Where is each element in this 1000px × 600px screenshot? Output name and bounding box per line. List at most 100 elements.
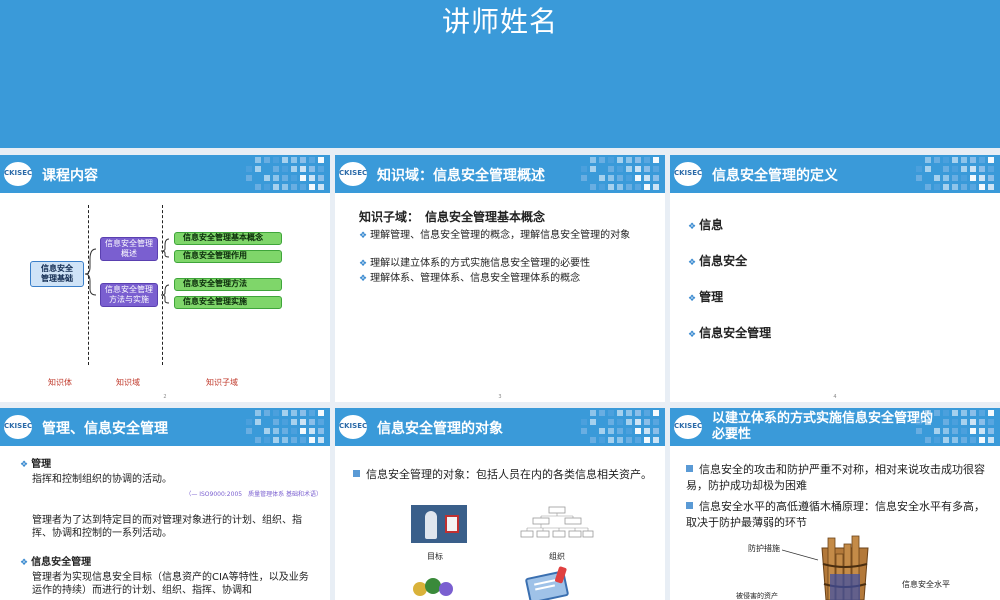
slide-thumbnail-1[interactable]: CKISEC 课程内容 信息安全 管理基础 信息安全管理 概述 信息安全管理 方… bbox=[0, 155, 330, 402]
decor-dot bbox=[590, 410, 596, 416]
decor-dot bbox=[979, 428, 985, 434]
definition-item: ❖ 管理 bbox=[688, 290, 724, 305]
decor-dot bbox=[617, 157, 623, 163]
decor-dot bbox=[626, 410, 632, 416]
decor-dot bbox=[943, 410, 949, 416]
slide-thumbnail-6[interactable]: CKISEC 以建立体系的方式实施信息安全管理的必要性 信息安全的攻击和防护严重… bbox=[670, 408, 1000, 600]
slide-title: 信息安全管理的定义 bbox=[712, 168, 838, 184]
decor-dot bbox=[273, 410, 279, 416]
decor-dot bbox=[970, 166, 976, 172]
decor-dot bbox=[255, 410, 261, 416]
decor-dot bbox=[318, 428, 324, 434]
decor-dot bbox=[300, 437, 306, 443]
pointer-line bbox=[782, 549, 819, 561]
decor-dot bbox=[608, 175, 614, 181]
decor-dot bbox=[961, 166, 967, 172]
decor-dot bbox=[291, 428, 297, 434]
decor-dot bbox=[988, 175, 994, 181]
decor-dot bbox=[273, 437, 279, 443]
decor-dot bbox=[970, 428, 976, 434]
decor-dot bbox=[952, 184, 958, 190]
decor-dot bbox=[581, 166, 587, 172]
slide-header: CKISEC 信息安全管理的定义 bbox=[670, 155, 1000, 193]
decor-dot bbox=[626, 157, 632, 163]
decor-dot bbox=[916, 419, 922, 425]
decor-dot bbox=[264, 428, 270, 434]
decor-dot bbox=[644, 428, 650, 434]
decor-dot bbox=[590, 419, 596, 425]
decor-dot bbox=[309, 428, 315, 434]
decor-dot bbox=[264, 410, 270, 416]
decor-dot bbox=[952, 166, 958, 172]
decor-dot bbox=[925, 166, 931, 172]
decor-dot bbox=[309, 437, 315, 443]
decor-dot bbox=[970, 419, 976, 425]
page-number: 3 bbox=[498, 394, 502, 400]
slide-title: 信息安全管理的对象 bbox=[377, 421, 503, 437]
decor-dot bbox=[961, 419, 967, 425]
decor-dot bbox=[617, 428, 623, 434]
decor-dot bbox=[626, 166, 632, 172]
decorative-dots bbox=[577, 155, 665, 193]
decor-dot bbox=[282, 437, 288, 443]
decor-dot bbox=[617, 419, 623, 425]
decor-dot bbox=[608, 419, 614, 425]
decor-dot bbox=[599, 410, 605, 416]
list-item: 信息安全水平的高低遵循木桶原理：信息安全水平有多高，取决于防护最薄弱的环节 bbox=[686, 500, 985, 529]
decor-dot bbox=[309, 419, 315, 425]
decor-dot bbox=[282, 410, 288, 416]
slide-thumbnail-3[interactable]: CKISEC 信息安全管理的定义 ❖ 信息 ❖ 信息安全 ❖ 管理 ❖ 信息安全管理 4 bbox=[670, 155, 1000, 402]
decor-dot bbox=[970, 175, 976, 181]
decor-dot bbox=[581, 428, 587, 434]
decor-dot bbox=[255, 437, 261, 443]
decor-dot bbox=[590, 437, 596, 443]
decor-dot bbox=[925, 419, 931, 425]
slide-thumbnail-4[interactable]: CKISEC 管理、信息安全管理 ❖ 管理 指挥和控制组织的协调的活动。 （— I… bbox=[0, 408, 330, 600]
slide-thumbnail-2[interactable]: CKISEC 知识域：信息安全管理概述 知识子域： 信息安全管理基本概念 ❖ 理解… bbox=[335, 155, 665, 402]
decor-dot bbox=[273, 419, 279, 425]
decor-dot bbox=[961, 428, 967, 434]
label-assets: 被侵害的资产 bbox=[736, 592, 778, 600]
title-banner: 讲师姓名 bbox=[0, 0, 1000, 148]
decor-dot bbox=[988, 157, 994, 163]
decor-dot bbox=[626, 184, 632, 190]
decor-dot bbox=[916, 166, 922, 172]
decor-dot bbox=[961, 184, 967, 190]
decor-dot bbox=[988, 428, 994, 434]
column-label-domain: 知识域 bbox=[116, 378, 140, 387]
decor-dot bbox=[970, 157, 976, 163]
decor-dot bbox=[590, 166, 596, 172]
decor-dot bbox=[970, 437, 976, 443]
decor-dot bbox=[318, 437, 324, 443]
decor-dot bbox=[952, 419, 958, 425]
decor-dot bbox=[309, 410, 315, 416]
decor-dot bbox=[925, 437, 931, 443]
decor-dot bbox=[979, 175, 985, 181]
definition-item: ❖ 信息安全 bbox=[688, 254, 748, 269]
decor-dot bbox=[952, 175, 958, 181]
decor-dot bbox=[961, 410, 967, 416]
slide-thumbnail-5[interactable]: CKISEC 信息安全管理的对象 信息安全管理的对象：包括人员在内的各类信息相关… bbox=[335, 408, 665, 600]
column-label-subdomain: 知识子域 bbox=[206, 378, 238, 387]
slide-title: 知识域：信息安全管理概述 bbox=[377, 168, 545, 184]
page-number: 2 bbox=[163, 394, 167, 400]
decor-dot bbox=[970, 184, 976, 190]
decor-dot bbox=[608, 437, 614, 443]
decor-dot bbox=[952, 428, 958, 434]
subdomain-heading: 知识子域： 信息安全管理基本概念 bbox=[359, 210, 546, 224]
decor-dot bbox=[599, 428, 605, 434]
term-definition: 指挥和控制组织的协调的活动。 bbox=[32, 474, 172, 485]
decor-dot bbox=[291, 437, 297, 443]
decor-dot bbox=[608, 428, 614, 434]
decor-dot bbox=[943, 428, 949, 434]
decor-dot bbox=[300, 428, 306, 434]
decor-dot bbox=[608, 166, 614, 172]
decor-dot bbox=[979, 437, 985, 443]
column-label-body: 知识体 bbox=[48, 378, 72, 387]
decor-dot bbox=[943, 166, 949, 172]
logo-icon: CKISEC bbox=[4, 415, 32, 439]
caption-organization: 组织 bbox=[549, 552, 565, 561]
decor-dot bbox=[943, 419, 949, 425]
decor-dot bbox=[264, 437, 270, 443]
decor-dot bbox=[644, 437, 650, 443]
